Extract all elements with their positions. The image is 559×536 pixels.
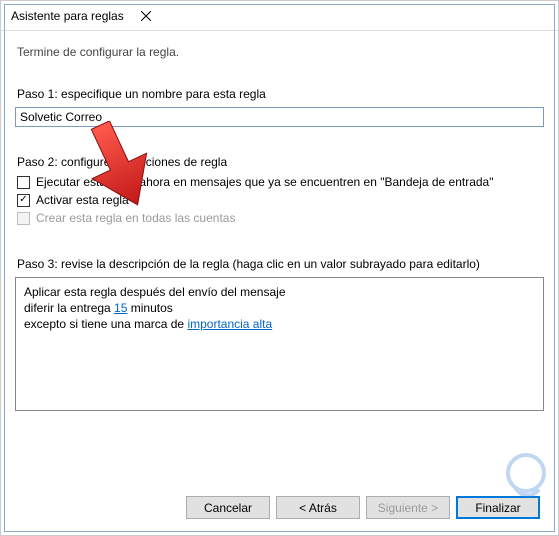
option-label: Crear esta regla en todas las cuentas (36, 211, 235, 225)
dialog-content: Termine de configurar la regla. Paso 1: … (1, 31, 558, 425)
close-button[interactable] (124, 2, 168, 30)
step3-label: Paso 3: revise la descripción de la regl… (17, 257, 544, 271)
button-row: Cancelar < Atrás Siguiente > Finalizar (186, 496, 540, 519)
titlebar: Asistente para reglas (1, 1, 558, 31)
desc-line: diferir la entrega 15 minutos (24, 300, 535, 316)
option-all-accounts: Crear esta regla en todas las cuentas (17, 211, 544, 225)
dialog-subtitle: Termine de configurar la regla. (17, 45, 544, 59)
option-run-now[interactable]: Ejecutar esta regla ahora en mensajes qu… (17, 175, 544, 189)
close-icon (141, 11, 151, 21)
importance-link[interactable]: importancia alta (187, 317, 272, 331)
desc-line: excepto si tiene una marca de importanci… (24, 316, 535, 332)
back-button[interactable]: < Atrás (276, 496, 360, 519)
step1-label: Paso 1: especifique un nombre para esta … (17, 87, 544, 101)
finish-button[interactable]: Finalizar (456, 496, 540, 519)
checkbox-icon: ✓ (17, 194, 30, 207)
option-label: Ejecutar esta regla ahora en mensajes qu… (36, 175, 494, 189)
rule-description-box: Aplicar esta regla después del envío del… (15, 277, 544, 411)
option-label: Activar esta regla (36, 193, 129, 207)
checkbox-icon (17, 176, 30, 189)
cancel-button[interactable]: Cancelar (186, 496, 270, 519)
checkbox-icon (17, 212, 30, 225)
desc-line: Aplicar esta regla después del envío del… (24, 284, 535, 300)
defer-minutes-link[interactable]: 15 (114, 301, 127, 315)
rule-name-input[interactable] (15, 107, 544, 127)
option-activate-rule[interactable]: ✓ Activar esta regla (17, 193, 544, 207)
step2-label: Paso 2: configure las opciones de regla (17, 155, 544, 169)
window-title: Asistente para reglas (11, 9, 124, 23)
next-button: Siguiente > (366, 496, 450, 519)
